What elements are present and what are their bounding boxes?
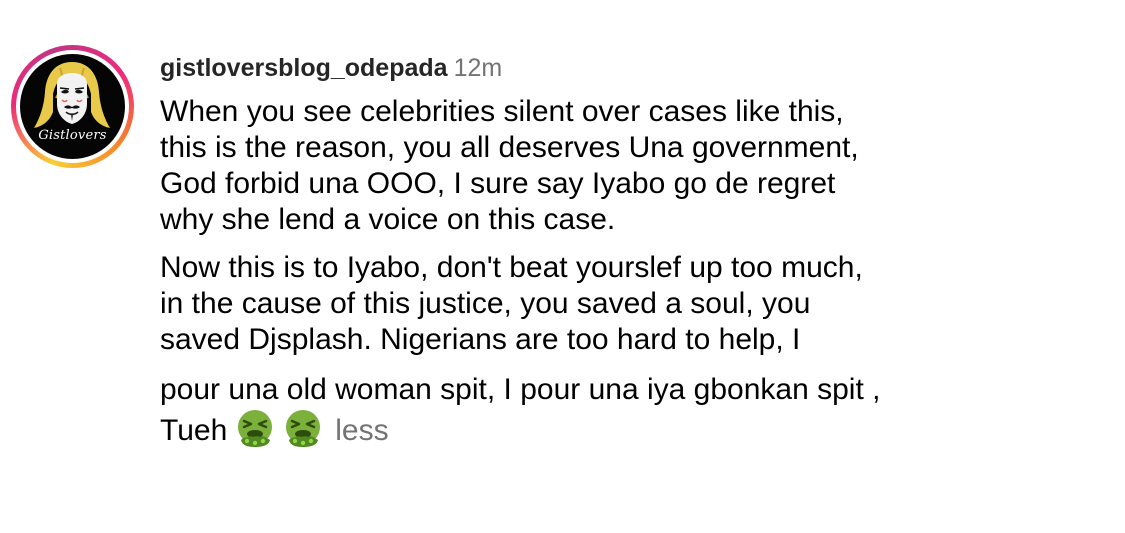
comment-paragraph-1: When you see celebrities silent over cas…: [160, 94, 1110, 238]
comment-line: saved Djsplash. Nigerians are too hard t…: [160, 323, 801, 356]
timestamp: 12m: [453, 54, 503, 82]
username-link[interactable]: gistloversblog_odepada: [160, 54, 448, 82]
comment-line-text: Tueh: [160, 414, 228, 447]
avatar[interactable]: Gistlovers: [20, 54, 125, 159]
comment-body: gistloversblog_odepada 12m When you see c…: [160, 48, 1110, 449]
anonymous-mask-icon: [34, 62, 110, 128]
comment-line: God forbid una OOO, I sure say Iyabo go …: [160, 167, 836, 200]
comment-line: When you see celebrities silent over cas…: [160, 95, 844, 128]
comment-header: gistloversblog_odepada 12m: [160, 48, 1110, 88]
comment-line: this is the reason, you all deserves Una…: [160, 131, 859, 164]
comment-item: Gistlovers gistloversblog_odepada 12m Whe…: [0, 0, 1125, 533]
avatar-story-ring[interactable]: Gistlovers: [11, 45, 134, 168]
less-toggle[interactable]: less: [335, 414, 388, 447]
comment-last-line: Tueh less: [160, 408, 1110, 449]
avatar-brand-text: Gistlovers: [38, 128, 107, 143]
vomiting-face-icon: [286, 410, 321, 447]
comment-line: why she lend a voice on this case.: [160, 203, 616, 236]
comment-paragraph-3: pour una old woman spit, I pour una iya …: [160, 372, 1110, 449]
comment-line: pour una old woman spit, I pour una iya …: [160, 373, 881, 406]
comment-line: in the cause of this justice, you saved …: [160, 287, 811, 320]
comment-line: Now this is to Iyabo, don't beat yoursle…: [160, 251, 863, 284]
vomiting-face-icon: [238, 410, 273, 447]
avatar-ring-gap: Gistlovers: [16, 50, 129, 163]
comment-paragraph-2: Now this is to Iyabo, don't beat yoursle…: [160, 250, 1110, 358]
